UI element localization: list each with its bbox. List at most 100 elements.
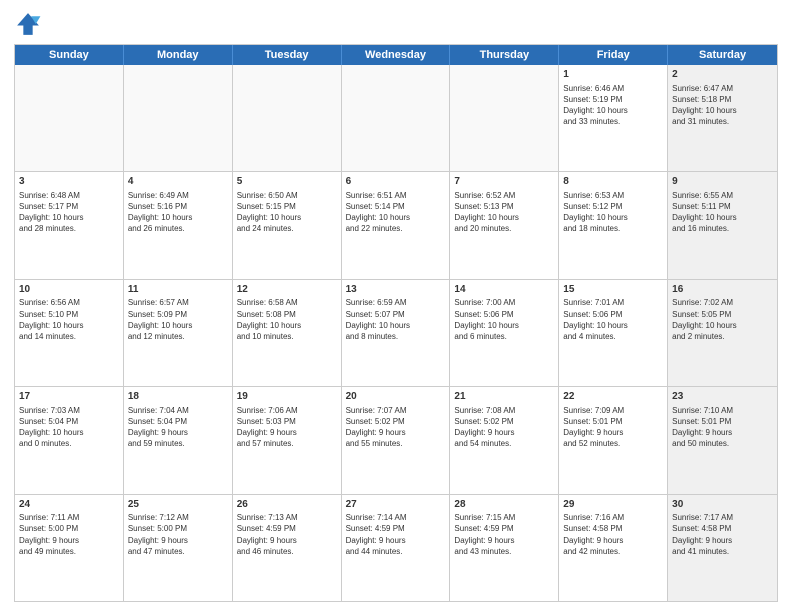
day-number: 13	[346, 283, 446, 297]
day-number: 17	[19, 390, 119, 404]
day-number: 26	[237, 498, 337, 512]
day-info: Sunrise: 6:57 AM Sunset: 5:09 PM Dayligh…	[128, 297, 228, 342]
empty-cell	[233, 65, 342, 171]
calendar-week-5: 24Sunrise: 7:11 AM Sunset: 5:00 PM Dayli…	[15, 494, 777, 601]
day-info: Sunrise: 6:59 AM Sunset: 5:07 PM Dayligh…	[346, 297, 446, 342]
day-info: Sunrise: 6:47 AM Sunset: 5:18 PM Dayligh…	[672, 83, 773, 128]
day-cell-30: 30Sunrise: 7:17 AM Sunset: 4:58 PM Dayli…	[668, 495, 777, 601]
empty-cell	[15, 65, 124, 171]
day-info: Sunrise: 7:14 AM Sunset: 4:59 PM Dayligh…	[346, 512, 446, 557]
day-info: Sunrise: 6:58 AM Sunset: 5:08 PM Dayligh…	[237, 297, 337, 342]
day-info: Sunrise: 7:16 AM Sunset: 4:58 PM Dayligh…	[563, 512, 663, 557]
day-number: 9	[672, 175, 773, 189]
empty-cell	[124, 65, 233, 171]
day-number: 3	[19, 175, 119, 189]
empty-cell	[450, 65, 559, 171]
day-cell-6: 6Sunrise: 6:51 AM Sunset: 5:14 PM Daylig…	[342, 172, 451, 278]
day-number: 8	[563, 175, 663, 189]
day-info: Sunrise: 7:09 AM Sunset: 5:01 PM Dayligh…	[563, 405, 663, 450]
day-info: Sunrise: 6:55 AM Sunset: 5:11 PM Dayligh…	[672, 190, 773, 235]
day-info: Sunrise: 6:48 AM Sunset: 5:17 PM Dayligh…	[19, 190, 119, 235]
day-number: 20	[346, 390, 446, 404]
page: SundayMondayTuesdayWednesdayThursdayFrid…	[0, 0, 792, 612]
day-number: 29	[563, 498, 663, 512]
day-cell-19: 19Sunrise: 7:06 AM Sunset: 5:03 PM Dayli…	[233, 387, 342, 493]
header-day-wednesday: Wednesday	[342, 45, 451, 65]
day-number: 11	[128, 283, 228, 297]
day-cell-24: 24Sunrise: 7:11 AM Sunset: 5:00 PM Dayli…	[15, 495, 124, 601]
day-number: 7	[454, 175, 554, 189]
day-info: Sunrise: 6:49 AM Sunset: 5:16 PM Dayligh…	[128, 190, 228, 235]
day-number: 24	[19, 498, 119, 512]
day-info: Sunrise: 7:07 AM Sunset: 5:02 PM Dayligh…	[346, 405, 446, 450]
day-info: Sunrise: 7:17 AM Sunset: 4:58 PM Dayligh…	[672, 512, 773, 557]
day-info: Sunrise: 6:52 AM Sunset: 5:13 PM Dayligh…	[454, 190, 554, 235]
day-info: Sunrise: 6:56 AM Sunset: 5:10 PM Dayligh…	[19, 297, 119, 342]
day-info: Sunrise: 6:50 AM Sunset: 5:15 PM Dayligh…	[237, 190, 337, 235]
day-cell-10: 10Sunrise: 6:56 AM Sunset: 5:10 PM Dayli…	[15, 280, 124, 386]
day-number: 21	[454, 390, 554, 404]
day-info: Sunrise: 6:46 AM Sunset: 5:19 PM Dayligh…	[563, 83, 663, 128]
calendar: SundayMondayTuesdayWednesdayThursdayFrid…	[14, 44, 778, 602]
day-info: Sunrise: 7:02 AM Sunset: 5:05 PM Dayligh…	[672, 297, 773, 342]
day-number: 25	[128, 498, 228, 512]
day-info: Sunrise: 6:51 AM Sunset: 5:14 PM Dayligh…	[346, 190, 446, 235]
calendar-header: SundayMondayTuesdayWednesdayThursdayFrid…	[15, 45, 777, 65]
day-number: 2	[672, 68, 773, 82]
day-number: 10	[19, 283, 119, 297]
day-info: Sunrise: 7:15 AM Sunset: 4:59 PM Dayligh…	[454, 512, 554, 557]
day-info: Sunrise: 7:13 AM Sunset: 4:59 PM Dayligh…	[237, 512, 337, 557]
day-cell-8: 8Sunrise: 6:53 AM Sunset: 5:12 PM Daylig…	[559, 172, 668, 278]
day-cell-7: 7Sunrise: 6:52 AM Sunset: 5:13 PM Daylig…	[450, 172, 559, 278]
logo	[14, 10, 46, 38]
day-cell-16: 16Sunrise: 7:02 AM Sunset: 5:05 PM Dayli…	[668, 280, 777, 386]
day-cell-9: 9Sunrise: 6:55 AM Sunset: 5:11 PM Daylig…	[668, 172, 777, 278]
header-day-sunday: Sunday	[15, 45, 124, 65]
day-cell-25: 25Sunrise: 7:12 AM Sunset: 5:00 PM Dayli…	[124, 495, 233, 601]
day-number: 12	[237, 283, 337, 297]
day-cell-4: 4Sunrise: 6:49 AM Sunset: 5:16 PM Daylig…	[124, 172, 233, 278]
day-number: 28	[454, 498, 554, 512]
day-cell-27: 27Sunrise: 7:14 AM Sunset: 4:59 PM Dayli…	[342, 495, 451, 601]
day-number: 23	[672, 390, 773, 404]
day-number: 27	[346, 498, 446, 512]
day-info: Sunrise: 7:04 AM Sunset: 5:04 PM Dayligh…	[128, 405, 228, 450]
day-cell-1: 1Sunrise: 6:46 AM Sunset: 5:19 PM Daylig…	[559, 65, 668, 171]
day-info: Sunrise: 6:53 AM Sunset: 5:12 PM Dayligh…	[563, 190, 663, 235]
header-day-monday: Monday	[124, 45, 233, 65]
day-cell-17: 17Sunrise: 7:03 AM Sunset: 5:04 PM Dayli…	[15, 387, 124, 493]
day-cell-22: 22Sunrise: 7:09 AM Sunset: 5:01 PM Dayli…	[559, 387, 668, 493]
day-number: 18	[128, 390, 228, 404]
day-cell-12: 12Sunrise: 6:58 AM Sunset: 5:08 PM Dayli…	[233, 280, 342, 386]
empty-cell	[342, 65, 451, 171]
day-number: 4	[128, 175, 228, 189]
day-number: 6	[346, 175, 446, 189]
header	[14, 10, 778, 38]
day-number: 1	[563, 68, 663, 82]
day-number: 14	[454, 283, 554, 297]
day-cell-11: 11Sunrise: 6:57 AM Sunset: 5:09 PM Dayli…	[124, 280, 233, 386]
day-cell-28: 28Sunrise: 7:15 AM Sunset: 4:59 PM Dayli…	[450, 495, 559, 601]
calendar-week-2: 3Sunrise: 6:48 AM Sunset: 5:17 PM Daylig…	[15, 171, 777, 278]
day-info: Sunrise: 7:08 AM Sunset: 5:02 PM Dayligh…	[454, 405, 554, 450]
day-cell-14: 14Sunrise: 7:00 AM Sunset: 5:06 PM Dayli…	[450, 280, 559, 386]
calendar-week-4: 17Sunrise: 7:03 AM Sunset: 5:04 PM Dayli…	[15, 386, 777, 493]
header-day-tuesday: Tuesday	[233, 45, 342, 65]
day-cell-3: 3Sunrise: 6:48 AM Sunset: 5:17 PM Daylig…	[15, 172, 124, 278]
day-number: 16	[672, 283, 773, 297]
day-number: 22	[563, 390, 663, 404]
day-cell-20: 20Sunrise: 7:07 AM Sunset: 5:02 PM Dayli…	[342, 387, 451, 493]
day-info: Sunrise: 7:01 AM Sunset: 5:06 PM Dayligh…	[563, 297, 663, 342]
day-cell-15: 15Sunrise: 7:01 AM Sunset: 5:06 PM Dayli…	[559, 280, 668, 386]
day-cell-29: 29Sunrise: 7:16 AM Sunset: 4:58 PM Dayli…	[559, 495, 668, 601]
header-day-saturday: Saturday	[668, 45, 777, 65]
header-day-thursday: Thursday	[450, 45, 559, 65]
day-cell-18: 18Sunrise: 7:04 AM Sunset: 5:04 PM Dayli…	[124, 387, 233, 493]
day-number: 5	[237, 175, 337, 189]
day-info: Sunrise: 7:03 AM Sunset: 5:04 PM Dayligh…	[19, 405, 119, 450]
day-info: Sunrise: 7:00 AM Sunset: 5:06 PM Dayligh…	[454, 297, 554, 342]
day-number: 19	[237, 390, 337, 404]
calendar-body: 1Sunrise: 6:46 AM Sunset: 5:19 PM Daylig…	[15, 65, 777, 601]
day-info: Sunrise: 7:11 AM Sunset: 5:00 PM Dayligh…	[19, 512, 119, 557]
day-info: Sunrise: 7:12 AM Sunset: 5:00 PM Dayligh…	[128, 512, 228, 557]
